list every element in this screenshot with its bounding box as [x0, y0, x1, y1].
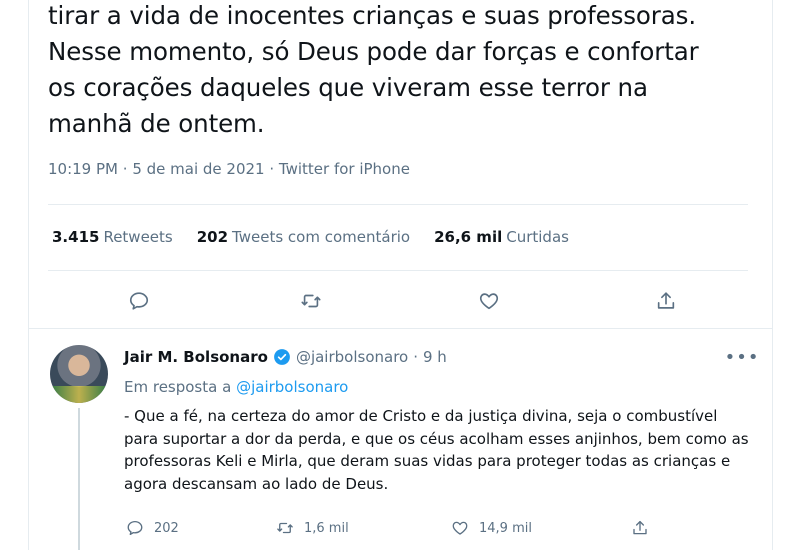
replying-to-mention[interactable]: @jairbolsonaro	[236, 378, 348, 396]
reply-text: - Que a fé, na certeza do amor de Cristo…	[124, 407, 749, 493]
replying-prefix: Em resposta a	[124, 378, 232, 396]
tweet-stats: 3.415 Retweets 202 Tweets com comentário 2…	[52, 228, 569, 246]
meta-separator: ·	[269, 160, 279, 178]
share-icon	[633, 520, 647, 535]
more-options-button[interactable]: •••	[725, 346, 759, 370]
reply-icon	[127, 520, 143, 536]
share-icon	[657, 292, 675, 309]
reply-share-button[interactable]	[631, 519, 649, 537]
replying-to: Em resposta a @jairbolsonaro	[124, 378, 348, 396]
meta-separator: ·	[413, 348, 418, 366]
quote-tweets-stat[interactable]: 202 Tweets com comentário	[197, 228, 410, 246]
quotes-count: 202	[196, 228, 229, 246]
like-count: 14,9 mil	[479, 520, 532, 536]
reply-count: 202	[154, 520, 179, 536]
divider	[48, 204, 748, 205]
retweet-icon	[277, 522, 293, 534]
divider	[48, 270, 748, 271]
reply-like-button[interactable]: 14,9 mil	[451, 519, 532, 537]
retweet-count: 1,6 mil	[304, 520, 349, 536]
reply-author-handle[interactable]: @jairbolsonaro	[296, 348, 408, 366]
timeline-border-left	[28, 0, 29, 550]
likes-stat[interactable]: 26,6 mil Curtidas	[434, 228, 569, 246]
tweet-actions	[0, 284, 800, 318]
retweet-icon	[301, 294, 321, 308]
tweet-meta: 10:19 PM · 5 de mai de 2021 · Twitter fo…	[48, 160, 410, 178]
reply-button[interactable]	[122, 284, 156, 318]
reply-header: Jair M. Bolsonaro @jairbolsonaro · 9 h	[124, 348, 447, 366]
reply-icon	[129, 292, 149, 310]
retweets-stat[interactable]: 3.415 Retweets	[52, 228, 173, 246]
likes-label: Curtidas	[506, 228, 569, 246]
reply-reply-button[interactable]: 202	[126, 519, 179, 537]
retweet-button[interactable]	[294, 284, 328, 318]
verified-badge-icon	[273, 348, 291, 366]
divider	[28, 328, 773, 329]
share-button[interactable]	[649, 284, 683, 318]
tweet-source[interactable]: Twitter for iPhone	[279, 160, 410, 178]
reply-actions: 202 1,6 mil 14,9 mil	[0, 519, 800, 543]
reply-author-name[interactable]: Jair M. Bolsonaro	[124, 348, 268, 366]
retweets-count: 3.415	[52, 228, 100, 246]
likes-count: 26,6 mil	[434, 228, 503, 246]
quotes-label: Tweets com comentário	[232, 228, 411, 246]
tweet-date[interactable]: 5 de mai de 2021	[132, 160, 264, 178]
avatar[interactable]	[50, 345, 108, 403]
like-icon	[479, 293, 499, 310]
like-icon	[452, 521, 468, 535]
timeline-border-right	[772, 0, 773, 550]
tweet-time[interactable]: 10:19 PM	[48, 160, 118, 178]
reply-retweet-button[interactable]: 1,6 mil	[276, 519, 349, 537]
like-button[interactable]	[472, 284, 506, 318]
tweet-text: tirar a vida de inocentes crianças e sua…	[48, 1, 699, 138]
meta-separator: ·	[122, 160, 133, 178]
retweets-label: Retweets	[103, 228, 173, 246]
avatar-flag-sash	[50, 385, 108, 403]
reply-timestamp[interactable]: 9 h	[423, 348, 447, 366]
more-icon: •••	[724, 347, 760, 368]
